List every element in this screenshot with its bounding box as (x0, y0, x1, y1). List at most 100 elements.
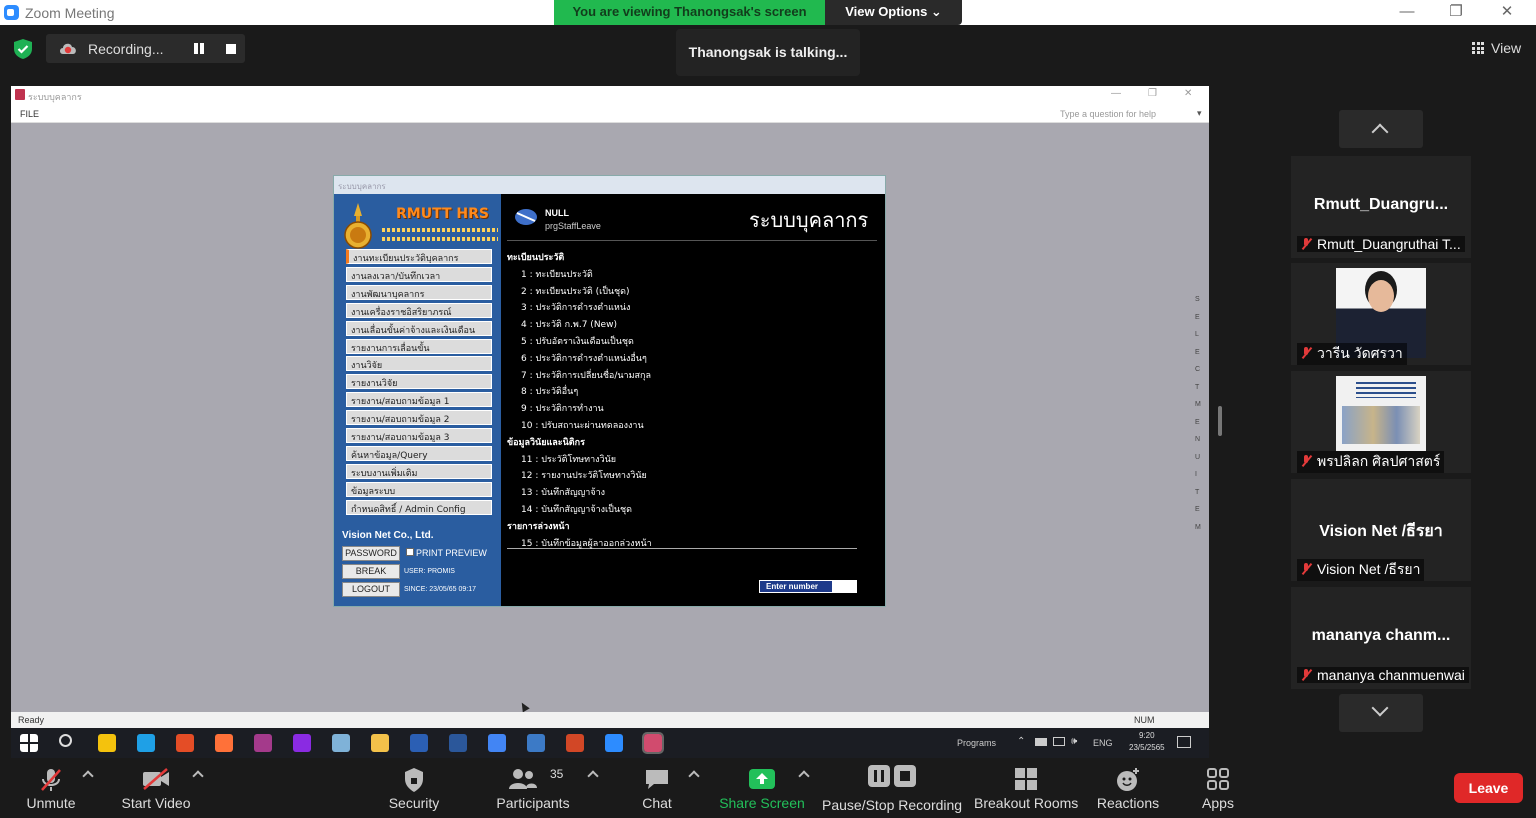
participant-shared-slide (1336, 376, 1426, 451)
acrobat-icon (527, 734, 545, 752)
shared-minimize-icon: — (1111, 88, 1121, 99)
recording-label: Recording... (88, 41, 164, 57)
logo-title: RMUTT HRS (396, 206, 489, 222)
vertical-text-char: M (1195, 523, 1201, 531)
slide-photo (1342, 406, 1420, 444)
shared-screen: ระบบบุคลากร — ❐ ✕ FILE Type a question f… (11, 86, 1209, 728)
start-video-button[interactable]: Start Video (116, 758, 196, 818)
chat-label: Chat (642, 795, 672, 811)
audio-options-caret-icon[interactable] (82, 770, 94, 782)
left-menu-button: งานลงเวลา/บันทึกเวลา (346, 266, 492, 282)
taskbar-time: 9:20 (1139, 731, 1155, 740)
participant-tile[interactable]: พรปลิลก ศิลปศาสตร์ (1291, 371, 1471, 473)
participants-scroll-down-button[interactable] (1339, 694, 1423, 732)
minimize-button[interactable]: — (1392, 2, 1422, 22)
shared-app-title-bar: ระบบบุคลากร — ❐ ✕ (11, 86, 1209, 104)
vertical-text-char: T (1195, 488, 1200, 496)
share-screen-icon (749, 769, 775, 789)
share-screen-button[interactable]: Share Screen (718, 758, 806, 818)
encryption-shield-icon[interactable] (12, 38, 34, 60)
left-menu-button: ค้นหาข้อมูล/Query (346, 445, 492, 461)
leave-meeting-button[interactable]: Leave (1454, 773, 1523, 803)
participant-tile[interactable]: mananya chanm... mananya chanmuenwai (1291, 587, 1471, 689)
file-menu: FILE (20, 109, 40, 119)
participant-label: Vision Net /ธีรยา (1297, 559, 1425, 581)
status-num: NUM (1134, 715, 1155, 725)
participant-tile[interactable]: Rmutt_Duangru... Rmutt_Duangruthai T... (1291, 156, 1471, 258)
apps-button[interactable]: Apps (1194, 758, 1242, 818)
taskbar-date: 23/5/2565 (1129, 743, 1165, 752)
participants-icon (509, 769, 537, 789)
apps-icon (1207, 768, 1229, 790)
menu-item: 5 : ปรับอัตราเงินเดือนเป็นชุด (521, 337, 634, 347)
participant-tile[interactable]: วารีน วัดศรวา (1291, 263, 1471, 365)
app3-icon (410, 734, 428, 752)
participants-scroll-up-button[interactable] (1339, 110, 1423, 148)
edge-icon (137, 734, 155, 752)
close-button[interactable]: ✕ (1492, 2, 1522, 22)
participants-count: 35 (550, 767, 564, 781)
search-icon (59, 734, 72, 747)
shared-taskbar: Programs ⌃ 🕪 ENG 9:20 23/5/2565 (11, 728, 1209, 758)
slide-text (1356, 382, 1416, 398)
security-button[interactable]: Security (384, 758, 444, 818)
participant-label-text: Vision Net /ธีรยา (1317, 561, 1421, 577)
left-menu-button: งานพัฒนาบุคลากร (346, 284, 492, 300)
vertical-text-char: M (1195, 401, 1201, 408)
password-button: PASSWORD (342, 546, 400, 561)
vertical-text-char: U (1195, 453, 1201, 461)
access-icon (642, 732, 664, 754)
participant-name: Rmutt_Duangru... (1313, 196, 1449, 213)
vertical-text-char: L (1195, 331, 1199, 338)
reactions-icon (1117, 768, 1139, 791)
view-button[interactable]: View (1466, 36, 1528, 60)
view-options-button[interactable]: View Options ⌄ (825, 0, 962, 25)
shared-restore-icon: ❐ (1148, 88, 1157, 99)
left-menu-button: งานเลื่อนขั้นค่าจ้างและเงินเดือน (346, 320, 492, 336)
active-speaker-toast: Thanongsak is talking... (676, 29, 860, 76)
menu-item: 10 : ปรับสถานะผ่านทดลองงาน (521, 421, 644, 431)
chat-options-caret-icon[interactable] (688, 770, 700, 782)
menu-item: 4 : ประวัติ ก.พ.7 (New) (521, 320, 617, 331)
visual-studio-icon (293, 734, 311, 752)
participants-options-caret-icon[interactable] (587, 770, 599, 782)
apps-label: Apps (1202, 795, 1234, 811)
battery-icon (1035, 738, 1047, 746)
left-menu-button: รายงานวิจัย (346, 374, 492, 390)
meeting-toolbar: Unmute Start Video Security 35 Participa… (0, 758, 1536, 818)
unmute-button[interactable]: Unmute (18, 758, 84, 818)
stop-recording-icon[interactable] (226, 44, 236, 54)
firefox-icon (215, 734, 233, 752)
maximize-button[interactable]: ❐ (1441, 2, 1471, 22)
participant-tile[interactable]: Vision Net /ธีรยา Vision Net /ธีรยา (1291, 479, 1471, 581)
menu-item: 2 : ทะเบียนประวัติ (เป็นชุด) (521, 286, 630, 297)
breakout-rooms-button[interactable]: Breakout Rooms (974, 758, 1078, 818)
muted-mic-icon (1301, 347, 1311, 359)
chat-button[interactable]: Chat (630, 758, 684, 818)
word-icon (449, 734, 467, 752)
participant-label-text: วารีน วัดศรวา (1317, 345, 1403, 361)
participant-label-text: Rmutt_Duangruthai T... (1317, 236, 1461, 252)
reactions-button[interactable]: Reactions (1094, 758, 1162, 818)
select-menu-item-vertical-text: S E L E C T M E N U I T E M (1195, 296, 1203, 541)
muted-mic-icon (1301, 563, 1311, 575)
program-name-label: prgStaffLeave (545, 221, 601, 231)
left-menu-button: ระบบงานเพิ่มเติม (346, 463, 492, 479)
status-ready: Ready (18, 715, 45, 725)
viewing-screen-banner: You are viewing Thanongsak's screen (554, 0, 825, 25)
participants-button[interactable]: 35 Participants (494, 758, 572, 818)
participant-label: วารีน วัดศรวา (1297, 343, 1407, 365)
muted-mic-icon (1301, 455, 1311, 467)
pause-stop-label: Pause/Stop Recording (822, 797, 963, 813)
pause-recording-icon[interactable] (194, 43, 206, 55)
notification-icon (1177, 736, 1191, 748)
null-label: NULL (545, 208, 569, 218)
vertical-text-char: E (1195, 313, 1200, 321)
view-button-label: View (1491, 40, 1522, 56)
panel-resize-handle[interactable] (1218, 406, 1222, 436)
security-label: Security (388, 795, 440, 811)
app2-icon (332, 734, 350, 752)
shared-close-icon: ✕ (1184, 88, 1193, 99)
pause-stop-recording-button[interactable]: Pause/Stop Recording (822, 758, 962, 818)
main-title: ระบบบุคลากร (749, 208, 869, 232)
